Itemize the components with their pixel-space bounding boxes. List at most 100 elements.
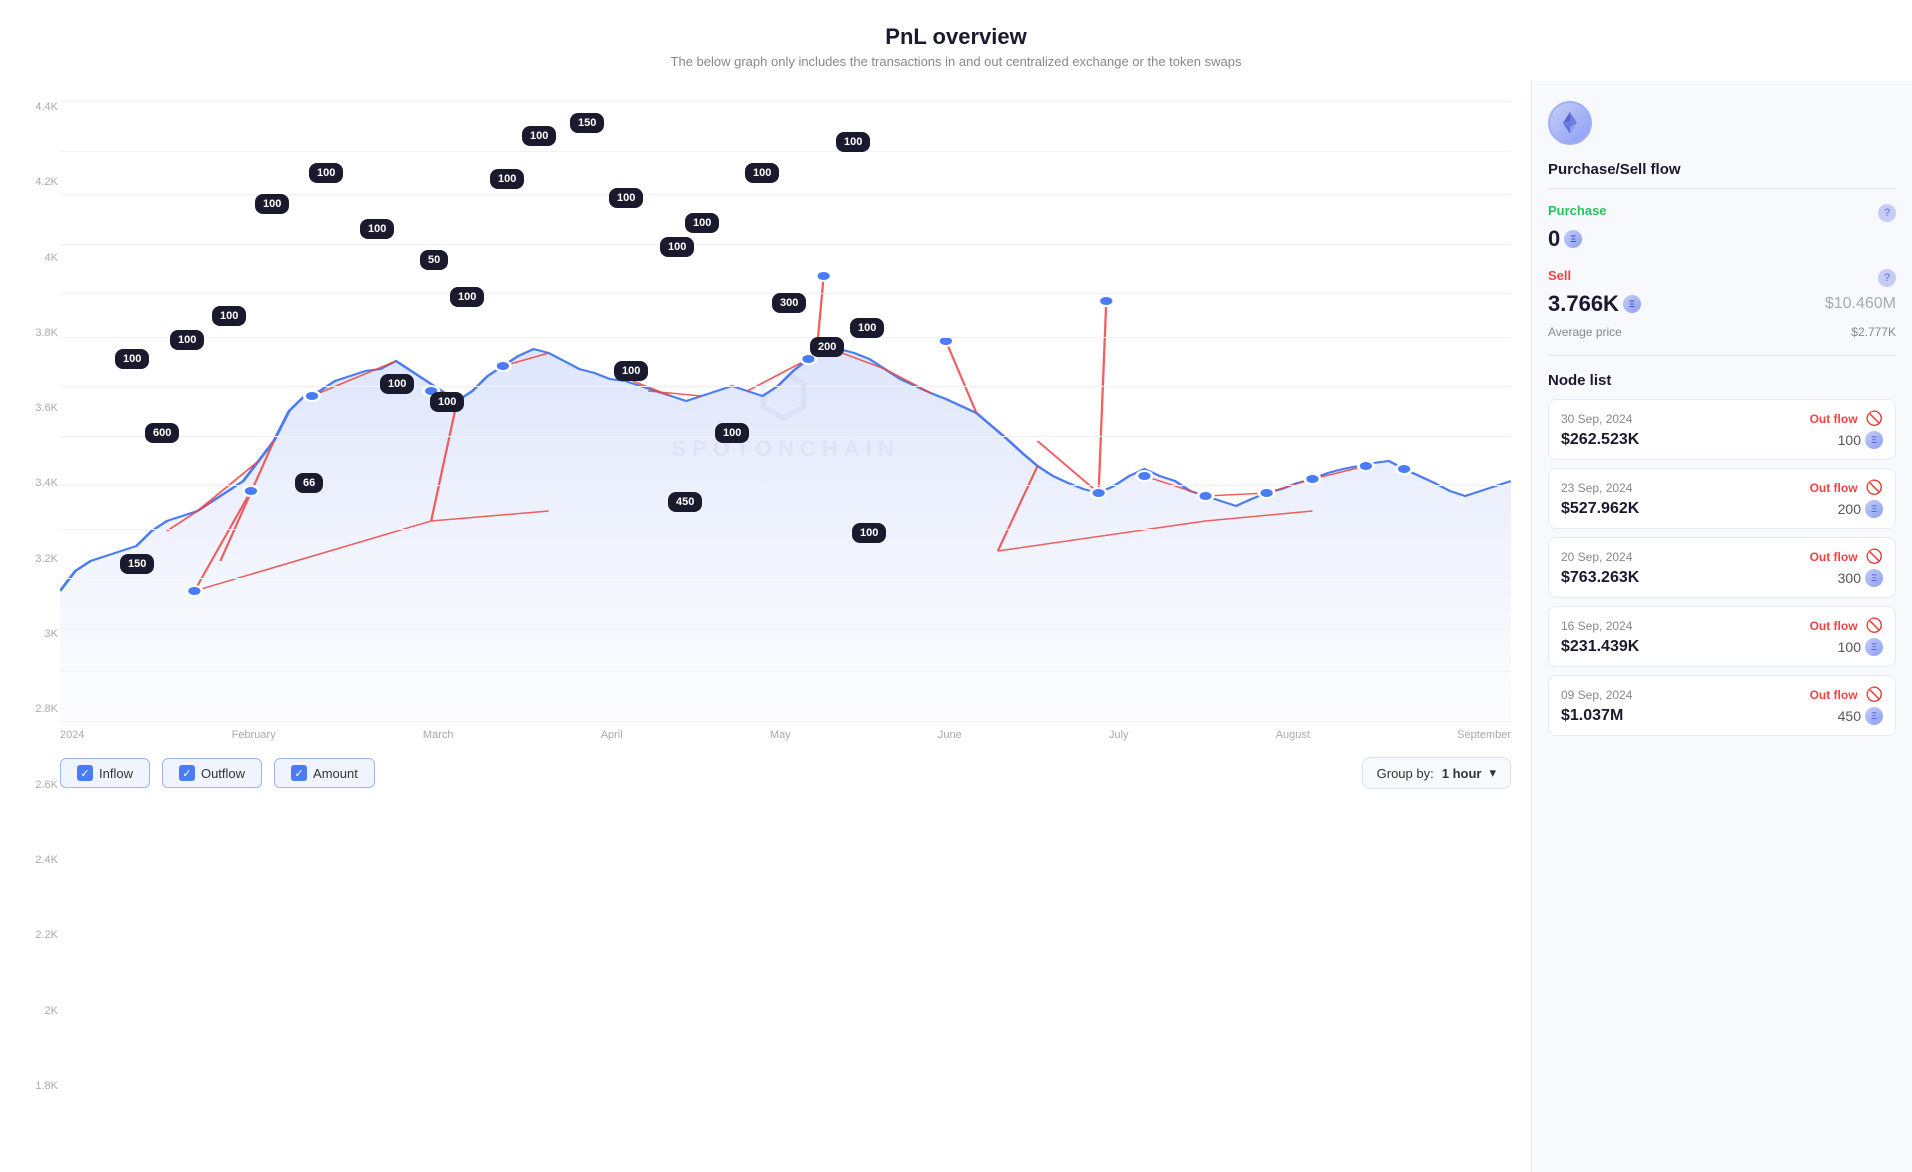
y-axis-label: 2.8K <box>8 703 58 715</box>
group-by-label: Group by: <box>1377 766 1434 781</box>
group-by-dropdown[interactable]: Group by: 1 hour ▾ <box>1362 757 1511 789</box>
page-title: PnL overview <box>0 24 1912 50</box>
badge-100-20: 100 <box>852 523 886 543</box>
x-axis-label: February <box>232 729 276 741</box>
x-axis-label: July <box>1109 729 1129 741</box>
sell-label: Sell <box>1548 268 1571 283</box>
badge-100-6: 100 <box>360 219 394 239</box>
x-axis-label: April <box>601 729 623 741</box>
y-axis-label: 1.8K <box>8 1080 58 1092</box>
node-item: 30 Sep, 2024 Out flow 🚫 $262.523K 100 Ξ <box>1548 399 1896 460</box>
badge-50: 100 <box>450 287 484 307</box>
node-date: 23 Sep, 2024 <box>1561 481 1632 495</box>
purchase-label: Purchase <box>1548 203 1607 218</box>
group-by-value: 1 hour <box>1442 766 1482 781</box>
node-token-amount: 100 Ξ <box>1838 431 1883 449</box>
node-amount: $763.263K <box>1561 569 1639 587</box>
badge-100-5: 100 <box>309 163 343 183</box>
y-axis-label: 3K <box>8 628 58 640</box>
node-date: 20 Sep, 2024 <box>1561 550 1632 564</box>
chevron-down-icon: ▾ <box>1489 765 1496 781</box>
x-axis-label: 2024 <box>60 729 84 741</box>
legend-amount[interactable]: ✓ Amount <box>274 758 375 788</box>
y-axis-label: 2.6K <box>8 779 58 791</box>
eye-off-icon[interactable]: 🚫 <box>1866 617 1883 634</box>
x-axis-label: May <box>770 729 791 741</box>
eye-off-icon[interactable]: 🚫 <box>1866 686 1883 703</box>
node-amount: $527.962K <box>1561 500 1639 518</box>
badge-100-11: 100 <box>522 126 556 146</box>
eth-icon-circle <box>1548 101 1592 145</box>
chart-canvas: ⬡ SPOTONCHAIN 150 600 100 100 100 100 10… <box>60 101 1511 721</box>
sell-eth-icon: Ξ <box>1623 295 1641 313</box>
x-axis-label: June <box>938 729 962 741</box>
y-axis-label: 2K <box>8 1005 58 1017</box>
purchase-eth-icon: Ξ <box>1564 230 1582 248</box>
badge-100-12: 150 <box>570 113 604 133</box>
badge-300: 300 <box>772 293 806 313</box>
node-flow-label: Out flow <box>1810 619 1858 633</box>
y-axis: 4.4K4.2K4K3.8K3.6K3.4K3.2K3K2.8K2.6K2.4K… <box>8 101 58 1092</box>
node-amount: $231.439K <box>1561 638 1639 656</box>
y-axis-label: 4.4K <box>8 101 58 113</box>
node-date: 16 Sep, 2024 <box>1561 619 1632 633</box>
amount-checkbox[interactable]: ✓ <box>291 765 307 781</box>
badge-100-1: 100 <box>115 349 149 369</box>
amount-label: Amount <box>313 766 358 781</box>
node-amount: $1.037M <box>1561 707 1623 725</box>
node-token-amount: 450 Ξ <box>1838 707 1883 725</box>
x-axis-label: March <box>423 729 454 741</box>
badge-100-3: 100 <box>212 306 246 326</box>
node-flow-label: Out flow <box>1810 550 1858 564</box>
y-axis-label: 2.2K <box>8 929 58 941</box>
badge-100-14: 100 <box>614 361 648 381</box>
node-token-amount: 300 Ξ <box>1838 569 1883 587</box>
inflow-checkbox[interactable]: ✓ <box>77 765 93 781</box>
node-flow-label: Out flow <box>1810 412 1858 426</box>
node-eth-icon: Ξ <box>1865 638 1883 656</box>
node-item: 16 Sep, 2024 Out flow 🚫 $231.439K 100 Ξ <box>1548 606 1896 667</box>
badge-100-17: 100 <box>745 163 779 183</box>
outflow-checkbox[interactable]: ✓ <box>179 765 195 781</box>
inflow-label: Inflow <box>99 766 133 781</box>
badge-100-10: 100 <box>490 169 524 189</box>
node-item: 20 Sep, 2024 Out flow 🚫 $763.263K 300 Ξ <box>1548 537 1896 598</box>
badge-100-4: 100 <box>255 194 289 214</box>
eye-off-icon[interactable]: 🚫 <box>1866 410 1883 427</box>
eye-off-icon[interactable]: 🚫 <box>1866 548 1883 565</box>
badge-600: 600 <box>145 423 179 443</box>
outflow-label: Outflow <box>201 766 245 781</box>
eth-icon <box>1557 110 1583 136</box>
x-axis-label: August <box>1276 729 1310 741</box>
node-flow-label: Out flow <box>1810 481 1858 495</box>
badge-100-13: 100 <box>609 188 643 208</box>
y-axis-label: 4.2K <box>8 176 58 188</box>
purchase-help-icon[interactable]: ? <box>1878 204 1896 222</box>
node-item: 23 Sep, 2024 Out flow 🚫 $527.962K 200 Ξ <box>1548 468 1896 529</box>
badge-66: 66 <box>295 473 323 493</box>
main-layout: 4.4K4.2K4K3.8K3.6K3.4K3.2K3K2.8K2.6K2.4K… <box>0 81 1912 1172</box>
avg-price-value: $2.777K <box>1851 325 1896 339</box>
legend-inflow[interactable]: ✓ Inflow <box>60 758 150 788</box>
badge-100-19: 100 <box>850 318 884 338</box>
sell-value: 3.766K Ξ <box>1548 291 1641 317</box>
node-list: 30 Sep, 2024 Out flow 🚫 $262.523K 100 Ξ … <box>1548 399 1896 736</box>
node-flow-label: Out flow <box>1810 688 1858 702</box>
purchase-value: 0 Ξ <box>1548 226 1582 252</box>
node-eth-icon: Ξ <box>1865 500 1883 518</box>
badge-150-bl: 150 <box>120 554 154 574</box>
eye-off-icon[interactable]: 🚫 <box>1866 479 1883 496</box>
node-date: 09 Sep, 2024 <box>1561 688 1632 702</box>
badge-100-18: 100 <box>836 132 870 152</box>
badge-100-7: 50 <box>420 250 448 270</box>
legend-outflow[interactable]: ✓ Outflow <box>162 758 262 788</box>
badge-450: 450 <box>668 492 702 512</box>
badge-200: 200 <box>810 337 844 357</box>
chart-legend: ✓ Inflow ✓ Outflow ✓ Amount Group by: 1 … <box>60 757 1511 789</box>
node-token-amount: 200 Ξ <box>1838 500 1883 518</box>
sell-usd-value: $10.460M <box>1825 295 1896 313</box>
node-eth-icon: Ξ <box>1865 431 1883 449</box>
sell-help-icon[interactable]: ? <box>1878 269 1896 287</box>
page-header: PnL overview The below graph only includ… <box>0 0 1912 81</box>
badge-100-8: 100 <box>380 374 414 394</box>
